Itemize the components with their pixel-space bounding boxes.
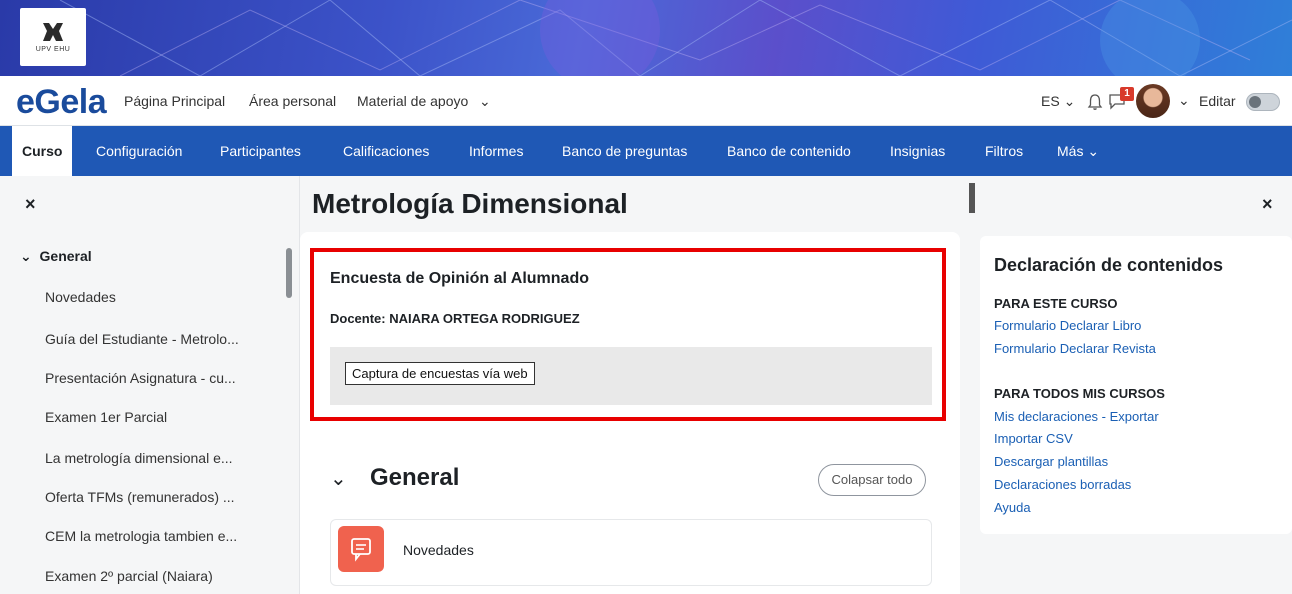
block-link[interactable]: Declaraciones borradas (994, 477, 1131, 492)
collapse-all-button[interactable]: Colapsar todo (818, 464, 926, 496)
forum-icon (338, 526, 384, 572)
nav-dashboard[interactable]: Área personal (249, 93, 336, 109)
tab-settings[interactable]: Configuración (96, 143, 182, 159)
block-title: Declaración de contenidos (994, 255, 1224, 275)
bell-icon[interactable] (1087, 93, 1103, 111)
tab-grades[interactable]: Calificaciones (343, 143, 429, 159)
edit-mode-toggle[interactable] (1246, 93, 1280, 111)
survey-teacher: Docente: NAIARA ORTEGA RODRIGUEZ (330, 311, 580, 326)
section-heading: General (370, 464, 460, 491)
university-seal-icon (43, 23, 63, 41)
language-label: ES (1041, 93, 1060, 109)
index-item[interactable]: La metrología dimensional e... (45, 450, 233, 466)
block-link[interactable]: Importar CSV (994, 431, 1073, 446)
tab-more-label: Más (1057, 143, 1084, 159)
close-icon[interactable]: × (1262, 194, 1273, 215)
language-menu[interactable]: ES ⌄ (1041, 93, 1075, 110)
banner-pattern (59, 0, 1292, 76)
nav-home[interactable]: Página Principal (124, 93, 225, 109)
edit-mode-label: Editar (1199, 93, 1236, 109)
page-title: Metrología Dimensional (312, 188, 628, 219)
section-label: General (39, 248, 92, 264)
nav-support-material[interactable]: Material de apoyo (357, 93, 468, 109)
tab-badges[interactable]: Insignias (890, 143, 945, 159)
block-link[interactable]: Mis declaraciones - Exportar (994, 409, 1159, 424)
index-item[interactable]: Examen 1er Parcial (45, 409, 167, 425)
index-scrollbar[interactable] (286, 248, 292, 298)
site-banner: UPV EHU (0, 0, 1292, 76)
user-avatar[interactable] (1136, 84, 1170, 118)
index-item[interactable]: Examen 2º parcial (Naiara) (45, 568, 213, 584)
site-brand[interactable]: eGela (16, 83, 107, 122)
message-count-badge: 1 (1120, 87, 1134, 101)
chevron-down-icon[interactable]: ⌄ (479, 93, 491, 110)
block-link[interactable]: Descargar plantillas (994, 454, 1108, 469)
index-item[interactable]: Novedades (45, 289, 116, 305)
block-link[interactable]: Formulario Declarar Revista (994, 341, 1156, 356)
tab-participants[interactable]: Participantes (220, 143, 301, 159)
university-logo[interactable]: UPV EHU (20, 8, 86, 66)
close-icon[interactable]: × (25, 194, 36, 215)
tab-course[interactable]: Curso (12, 126, 73, 176)
tab-question-bank[interactable]: Banco de preguntas (562, 143, 687, 159)
logo-text: UPV EHU (35, 46, 71, 53)
course-navbar: Curso Configuración Participantes Califi… (0, 126, 1292, 176)
tab-reports[interactable]: Informes (469, 143, 523, 159)
block-link[interactable]: Ayuda (994, 500, 1031, 515)
tab-more[interactable]: Más ⌄ (1057, 143, 1099, 160)
top-navbar: eGela Página Principal Área personal Mat… (0, 76, 1292, 126)
course-index-section[interactable]: ⌄ General (20, 248, 92, 265)
survey-title: Encuesta de Opinión al Alumnado (330, 270, 589, 287)
survey-capture-button[interactable]: Captura de encuestas vía web (345, 362, 535, 385)
user-menu-chevron-icon[interactable]: ⌄ (1178, 92, 1190, 109)
index-item[interactable]: Presentación Asignatura - cu... (45, 370, 236, 386)
index-item[interactable]: CEM la metrologia tambien e... (45, 528, 237, 544)
chevron-down-icon[interactable]: ⌄ (330, 466, 347, 491)
tab-content-bank[interactable]: Banco de contenido (727, 143, 851, 159)
block-link[interactable]: Formulario Declarar Libro (994, 318, 1141, 333)
index-item[interactable]: Guía del Estudiante - Metrolo... (45, 331, 239, 347)
main-scrollbar[interactable] (969, 183, 975, 213)
block-subheading: PARA TODOS MIS CURSOS (994, 386, 1165, 401)
index-item[interactable]: Oferta TFMs (remunerados) ... (45, 489, 235, 505)
block-subheading: PARA ESTE CURSO (994, 296, 1118, 311)
activity-name[interactable]: Novedades (403, 542, 474, 558)
tab-filters[interactable]: Filtros (985, 143, 1023, 159)
